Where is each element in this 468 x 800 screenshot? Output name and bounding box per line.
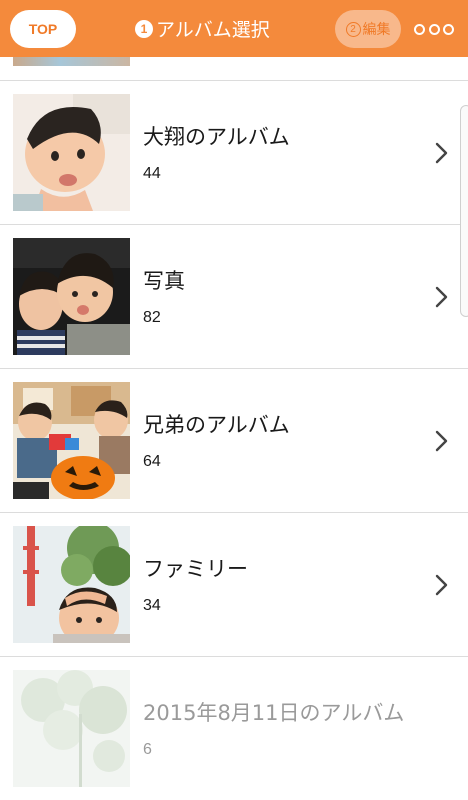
step-1-badge: 1 (135, 19, 153, 38)
album-thumbnail (13, 94, 130, 211)
step-2-badge: 2 (345, 21, 361, 37)
chevron-right-icon (435, 286, 448, 308)
page-title: 1 アルバム選択 (135, 0, 270, 57)
album-thumbnail (13, 57, 130, 66)
photo-count: 64 (143, 453, 161, 470)
album-name: 写真 (143, 269, 185, 293)
edit-label: 編集 (362, 22, 391, 38)
album-name: 兄弟のアルバム (143, 413, 290, 437)
album-thumbnail (13, 670, 130, 787)
album-name: ファミリー (143, 557, 248, 581)
app-header: TOP 1 アルバム選択 2 編集 (0, 0, 468, 57)
list-item[interactable]: 写真 82 (0, 225, 468, 369)
photo-count: 6 (143, 741, 152, 758)
photo-count: 34 (143, 597, 161, 614)
list-item[interactable]: 2015年8月11日のアルバム 6 (0, 657, 468, 800)
more-dots-icon[interactable] (414, 18, 454, 40)
top-button[interactable]: TOP (10, 10, 76, 48)
photo-count: 82 (143, 309, 161, 326)
page-title-text: アルバム選択 (156, 19, 270, 41)
album-list: 大翔のアルバム 44 写真 82 兄弟のアルバム 64 ファミリー 34 201… (0, 57, 468, 800)
list-item[interactable]: 大翔のアルバム 44 (0, 81, 468, 225)
list-item[interactable] (0, 57, 468, 81)
chevron-right-icon (435, 430, 448, 452)
list-item[interactable]: 兄弟のアルバム 64 (0, 369, 468, 513)
list-item[interactable]: ファミリー 34 (0, 513, 468, 657)
album-name: 2015年8月11日のアルバム (143, 701, 405, 725)
edit-button[interactable]: 2 編集 (335, 10, 401, 48)
album-thumbnail (13, 526, 130, 643)
album-thumbnail (13, 382, 130, 499)
scroll-indicator[interactable] (460, 105, 468, 317)
album-name: 大翔のアルバム (143, 125, 290, 149)
photo-count: 44 (143, 165, 161, 182)
chevron-right-icon (435, 574, 448, 596)
album-thumbnail (13, 238, 130, 355)
chevron-right-icon (435, 142, 448, 164)
